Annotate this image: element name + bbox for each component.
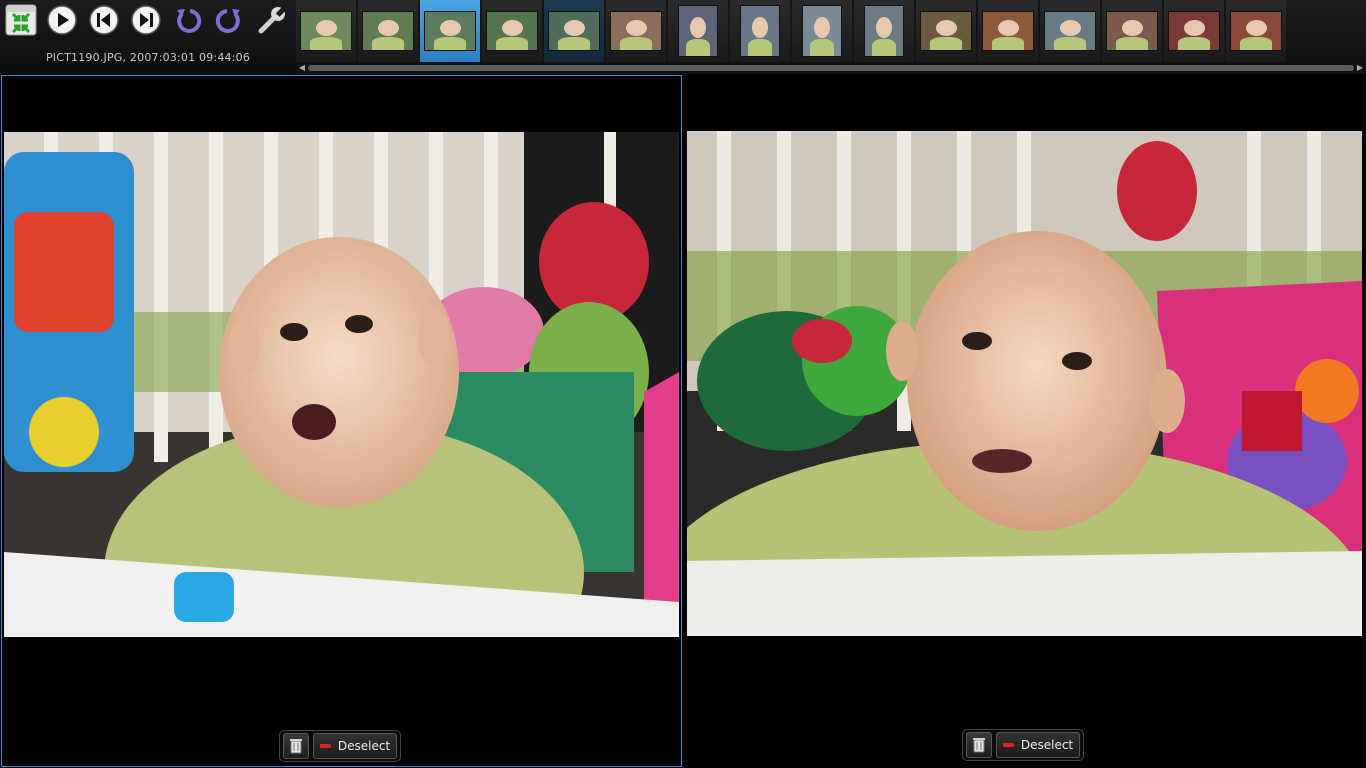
- filmstrip-thumbnail[interactable]: [296, 0, 356, 62]
- thumbnail-image: [424, 11, 476, 51]
- trash-button[interactable]: [283, 733, 309, 759]
- thumbnail-image: [1168, 11, 1220, 51]
- rotate-right-icon[interactable]: [212, 3, 246, 37]
- thumbnail-image: [1044, 11, 1096, 51]
- filmstrip-thumbnail[interactable]: [978, 0, 1038, 62]
- filmstrip-thumbnail[interactable]: [482, 0, 542, 62]
- viewer-pane-left[interactable]: Deselect: [1, 75, 682, 767]
- viewer-pane-right[interactable]: Deselect: [683, 75, 1366, 767]
- trash-icon: [290, 739, 302, 754]
- thumbnail-image: [678, 5, 718, 57]
- thumbnail-image: [548, 11, 600, 51]
- filmstrip: [296, 0, 1286, 62]
- filmstrip-thumbnail[interactable]: [544, 0, 604, 62]
- filmstrip-thumbnail[interactable]: [1226, 0, 1286, 62]
- fullscreen-exit-icon[interactable]: [4, 3, 38, 37]
- thumbnail-image: [802, 5, 842, 57]
- filmstrip-thumbnail[interactable]: [1102, 0, 1162, 62]
- previous-icon[interactable]: [87, 3, 121, 37]
- filmstrip-thumbnail[interactable]: [916, 0, 976, 62]
- filmstrip-thumbnail[interactable]: [730, 0, 790, 62]
- filmstrip-thumbnail[interactable]: [792, 0, 852, 62]
- trash-icon: [973, 738, 985, 753]
- pane-controls-right: Deselect: [962, 729, 1084, 761]
- minus-icon: [319, 744, 331, 748]
- pane-controls-left: Deselect: [279, 730, 401, 762]
- thumbnail-image: [920, 11, 972, 51]
- top-toolbar: PICT1190.JPG, 2007:03:01 09:44:06 ◀ ▶: [0, 0, 1366, 74]
- scroll-right-icon[interactable]: ▶: [1354, 62, 1366, 74]
- filmstrip-thumbnail[interactable]: [1164, 0, 1224, 62]
- filmstrip-thumbnail[interactable]: [1040, 0, 1100, 62]
- thumbnail-image: [1230, 11, 1282, 51]
- thumbnail-image: [982, 11, 1034, 51]
- trash-button[interactable]: [966, 732, 992, 758]
- scroll-left-icon[interactable]: ◀: [296, 62, 308, 74]
- play-icon[interactable]: [45, 3, 79, 37]
- thumbnail-image: [300, 11, 352, 51]
- filmstrip-thumbnail[interactable]: [420, 0, 480, 62]
- file-info-label: PICT1190.JPG, 2007:03:01 09:44:06: [45, 51, 251, 64]
- filmstrip-thumbnail[interactable]: [668, 0, 728, 62]
- thumbnail-image: [740, 5, 780, 57]
- tools-wrench-icon[interactable]: [255, 3, 289, 37]
- thumbnail-image: [610, 11, 662, 51]
- photo-left: [4, 132, 679, 637]
- thumbnail-image: [486, 11, 538, 51]
- filmstrip-thumbnail[interactable]: [358, 0, 418, 62]
- deselect-button[interactable]: Deselect: [996, 732, 1080, 758]
- scrollbar-thumb[interactable]: [308, 65, 1354, 71]
- deselect-label: Deselect: [337, 739, 391, 753]
- next-icon[interactable]: [129, 3, 163, 37]
- filmstrip-thumbnail[interactable]: [606, 0, 666, 62]
- rotate-left-icon[interactable]: [171, 3, 205, 37]
- filmstrip-thumbnail[interactable]: [854, 0, 914, 62]
- filmstrip-scrollbar[interactable]: ◀ ▶: [296, 62, 1366, 74]
- thumbnail-image: [864, 5, 904, 57]
- deselect-label: Deselect: [1020, 738, 1074, 752]
- photo-right: [687, 131, 1362, 636]
- thumbnail-image: [1106, 11, 1158, 51]
- thumbnail-image: [362, 11, 414, 51]
- minus-icon: [1002, 743, 1014, 747]
- deselect-button[interactable]: Deselect: [313, 733, 397, 759]
